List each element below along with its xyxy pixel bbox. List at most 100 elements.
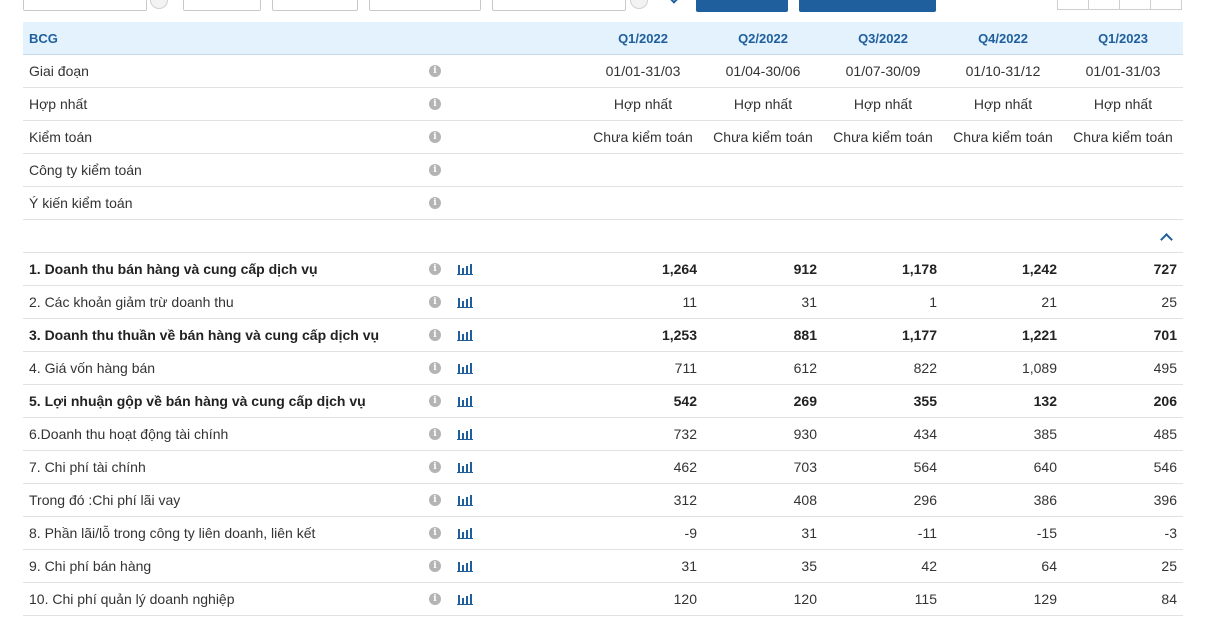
- chevron-up-icon[interactable]: [1160, 232, 1173, 246]
- cell-value: Chưa kiểm toán: [1073, 129, 1173, 145]
- filter-toolbar: [0, 0, 1213, 12]
- bar-chart-icon[interactable]: [457, 560, 473, 572]
- info-icon[interactable]: i: [429, 131, 441, 143]
- bar-chart-icon[interactable]: [457, 263, 473, 275]
- row-label: 8. Phần lãi/lỗ trong công ty liên doanh,…: [29, 525, 316, 541]
- cell-value: 1,264: [661, 261, 697, 277]
- pager-prev-button[interactable]: [1088, 0, 1120, 10]
- info-icon[interactable]: i: [429, 98, 441, 110]
- period-header[interactable]: Q3/2022: [823, 31, 943, 46]
- period-header[interactable]: Q1/2023: [1063, 31, 1183, 46]
- row-label: Ý kiến kiểm toán: [29, 195, 133, 211]
- table-row: Ý kiến kiểm toán i: [23, 187, 1183, 220]
- cell-value: 120: [793, 591, 817, 607]
- info-icon[interactable]: i: [429, 494, 441, 506]
- period-select[interactable]: [183, 0, 261, 11]
- cell-value: 542: [673, 393, 697, 409]
- info-icon[interactable]: i: [429, 263, 441, 275]
- help-icon[interactable]: [150, 0, 168, 9]
- info-icon[interactable]: i: [429, 527, 441, 539]
- cell-value: 732: [673, 426, 697, 442]
- ticker-label: BCG: [29, 30, 58, 46]
- cell-value: 01/04-30/06: [725, 63, 801, 79]
- info-icon[interactable]: i: [429, 362, 441, 374]
- cell-value: 84: [1161, 591, 1177, 607]
- pager-next-button[interactable]: [1119, 0, 1151, 10]
- info-icon[interactable]: i: [429, 560, 441, 572]
- pager-last-button[interactable]: [1150, 0, 1182, 10]
- row-label: 1. Doanh thu bán hàng và cung cấp dịch v…: [29, 261, 318, 277]
- table-row: 9. Chi phí bán hàng i 31 35 42 64 25: [23, 550, 1183, 583]
- ticker-input[interactable]: [23, 0, 147, 11]
- unit-select[interactable]: [492, 0, 626, 11]
- bar-chart-icon[interactable]: [457, 362, 473, 374]
- cell-value: 269: [793, 393, 817, 409]
- view-button[interactable]: [696, 0, 788, 12]
- pager-first-button[interactable]: [1057, 0, 1089, 10]
- cell-value: 462: [673, 459, 697, 475]
- info-icon[interactable]: i: [429, 197, 441, 209]
- cell-value: 912: [793, 261, 817, 277]
- cell-value: 1,253: [661, 327, 697, 343]
- cell-value: 355: [913, 393, 937, 409]
- info-icon[interactable]: i: [429, 164, 441, 176]
- info-icon[interactable]: i: [429, 65, 441, 77]
- cell-value: Chưa kiểm toán: [593, 129, 693, 145]
- info-icon[interactable]: i: [429, 428, 441, 440]
- cell-value: 546: [1153, 459, 1177, 475]
- bar-chart-icon[interactable]: [457, 296, 473, 308]
- cell-value: 386: [1033, 492, 1057, 508]
- cell-value: 115: [914, 591, 937, 607]
- cell-value: 1,178: [901, 261, 937, 277]
- cell-value: 1: [929, 294, 937, 310]
- cell-value: 312: [673, 492, 697, 508]
- info-icon[interactable]: i: [429, 395, 441, 407]
- download-button[interactable]: [799, 0, 936, 12]
- bar-chart-icon[interactable]: [457, 527, 473, 539]
- table-row: 1. Doanh thu bán hàng và cung cấp dịch v…: [23, 253, 1183, 286]
- cell-value: 727: [1153, 261, 1177, 277]
- cell-value: 01/10-31/12: [965, 63, 1041, 79]
- bar-chart-icon[interactable]: [457, 395, 473, 407]
- cell-value: 129: [1033, 591, 1057, 607]
- bar-chart-icon[interactable]: [457, 494, 473, 506]
- table-header: BCG Q1/2022 Q2/2022 Q3/2022 Q4/2022 Q1/2…: [23, 22, 1183, 55]
- bar-chart-icon[interactable]: [457, 461, 473, 473]
- cell-value: -15: [1036, 525, 1057, 541]
- year-select[interactable]: [272, 0, 358, 11]
- row-label: 5. Lợi nhuận gộp về bán hàng và cung cấp…: [29, 393, 366, 409]
- table-row: 8. Phần lãi/lỗ trong công ty liên doanh,…: [23, 517, 1183, 550]
- cell-value: 881: [793, 327, 817, 343]
- info-icon[interactable]: i: [429, 593, 441, 605]
- cell-value: 31: [801, 294, 817, 310]
- row-label: 6.Doanh thu hoạt động tài chính: [29, 426, 229, 442]
- cell-value: 64: [1041, 558, 1057, 574]
- bar-chart-icon[interactable]: [457, 428, 473, 440]
- cell-value: -9: [684, 525, 697, 541]
- cell-value: Chưa kiểm toán: [713, 129, 813, 145]
- table-row: 7. Chi phí tài chính i 462 703 564 640 546: [23, 451, 1183, 484]
- table-row: 3. Doanh thu thuần về bán hàng và cung c…: [23, 319, 1183, 352]
- info-icon[interactable]: i: [429, 461, 441, 473]
- report-type-select[interactable]: [369, 0, 481, 11]
- info-icon[interactable]: i: [429, 296, 441, 308]
- cell-value: 564: [913, 459, 937, 475]
- row-label: 3. Doanh thu thuần về bán hàng và cung c…: [29, 327, 380, 343]
- row-label: Hợp nhất: [29, 96, 88, 112]
- period-header[interactable]: Q2/2022: [703, 31, 823, 46]
- period-header[interactable]: Q4/2022: [943, 31, 1063, 46]
- table-row: Trong đó :Chi phí lãi vay i 312 408 296 386 39…: [23, 484, 1183, 517]
- help-icon[interactable]: [630, 0, 648, 9]
- cell-value: 1,242: [1021, 261, 1057, 277]
- info-icon[interactable]: i: [429, 329, 441, 341]
- row-label: 7. Chi phí tài chính: [29, 459, 146, 475]
- table-row: Công ty kiểm toán i: [23, 154, 1183, 187]
- cell-value: 01/01-31/03: [605, 63, 681, 79]
- period-header[interactable]: Q1/2022: [583, 31, 703, 46]
- bar-chart-icon[interactable]: [457, 593, 473, 605]
- table-row: 10. Chi phí quản lý doanh nghiệp i 120 120 1…: [23, 583, 1183, 616]
- cell-value: 206: [1153, 393, 1177, 409]
- cell-value: 01/01-31/03: [1085, 63, 1161, 79]
- chevron-down-icon[interactable]: [668, 0, 680, 4]
- bar-chart-icon[interactable]: [457, 329, 473, 341]
